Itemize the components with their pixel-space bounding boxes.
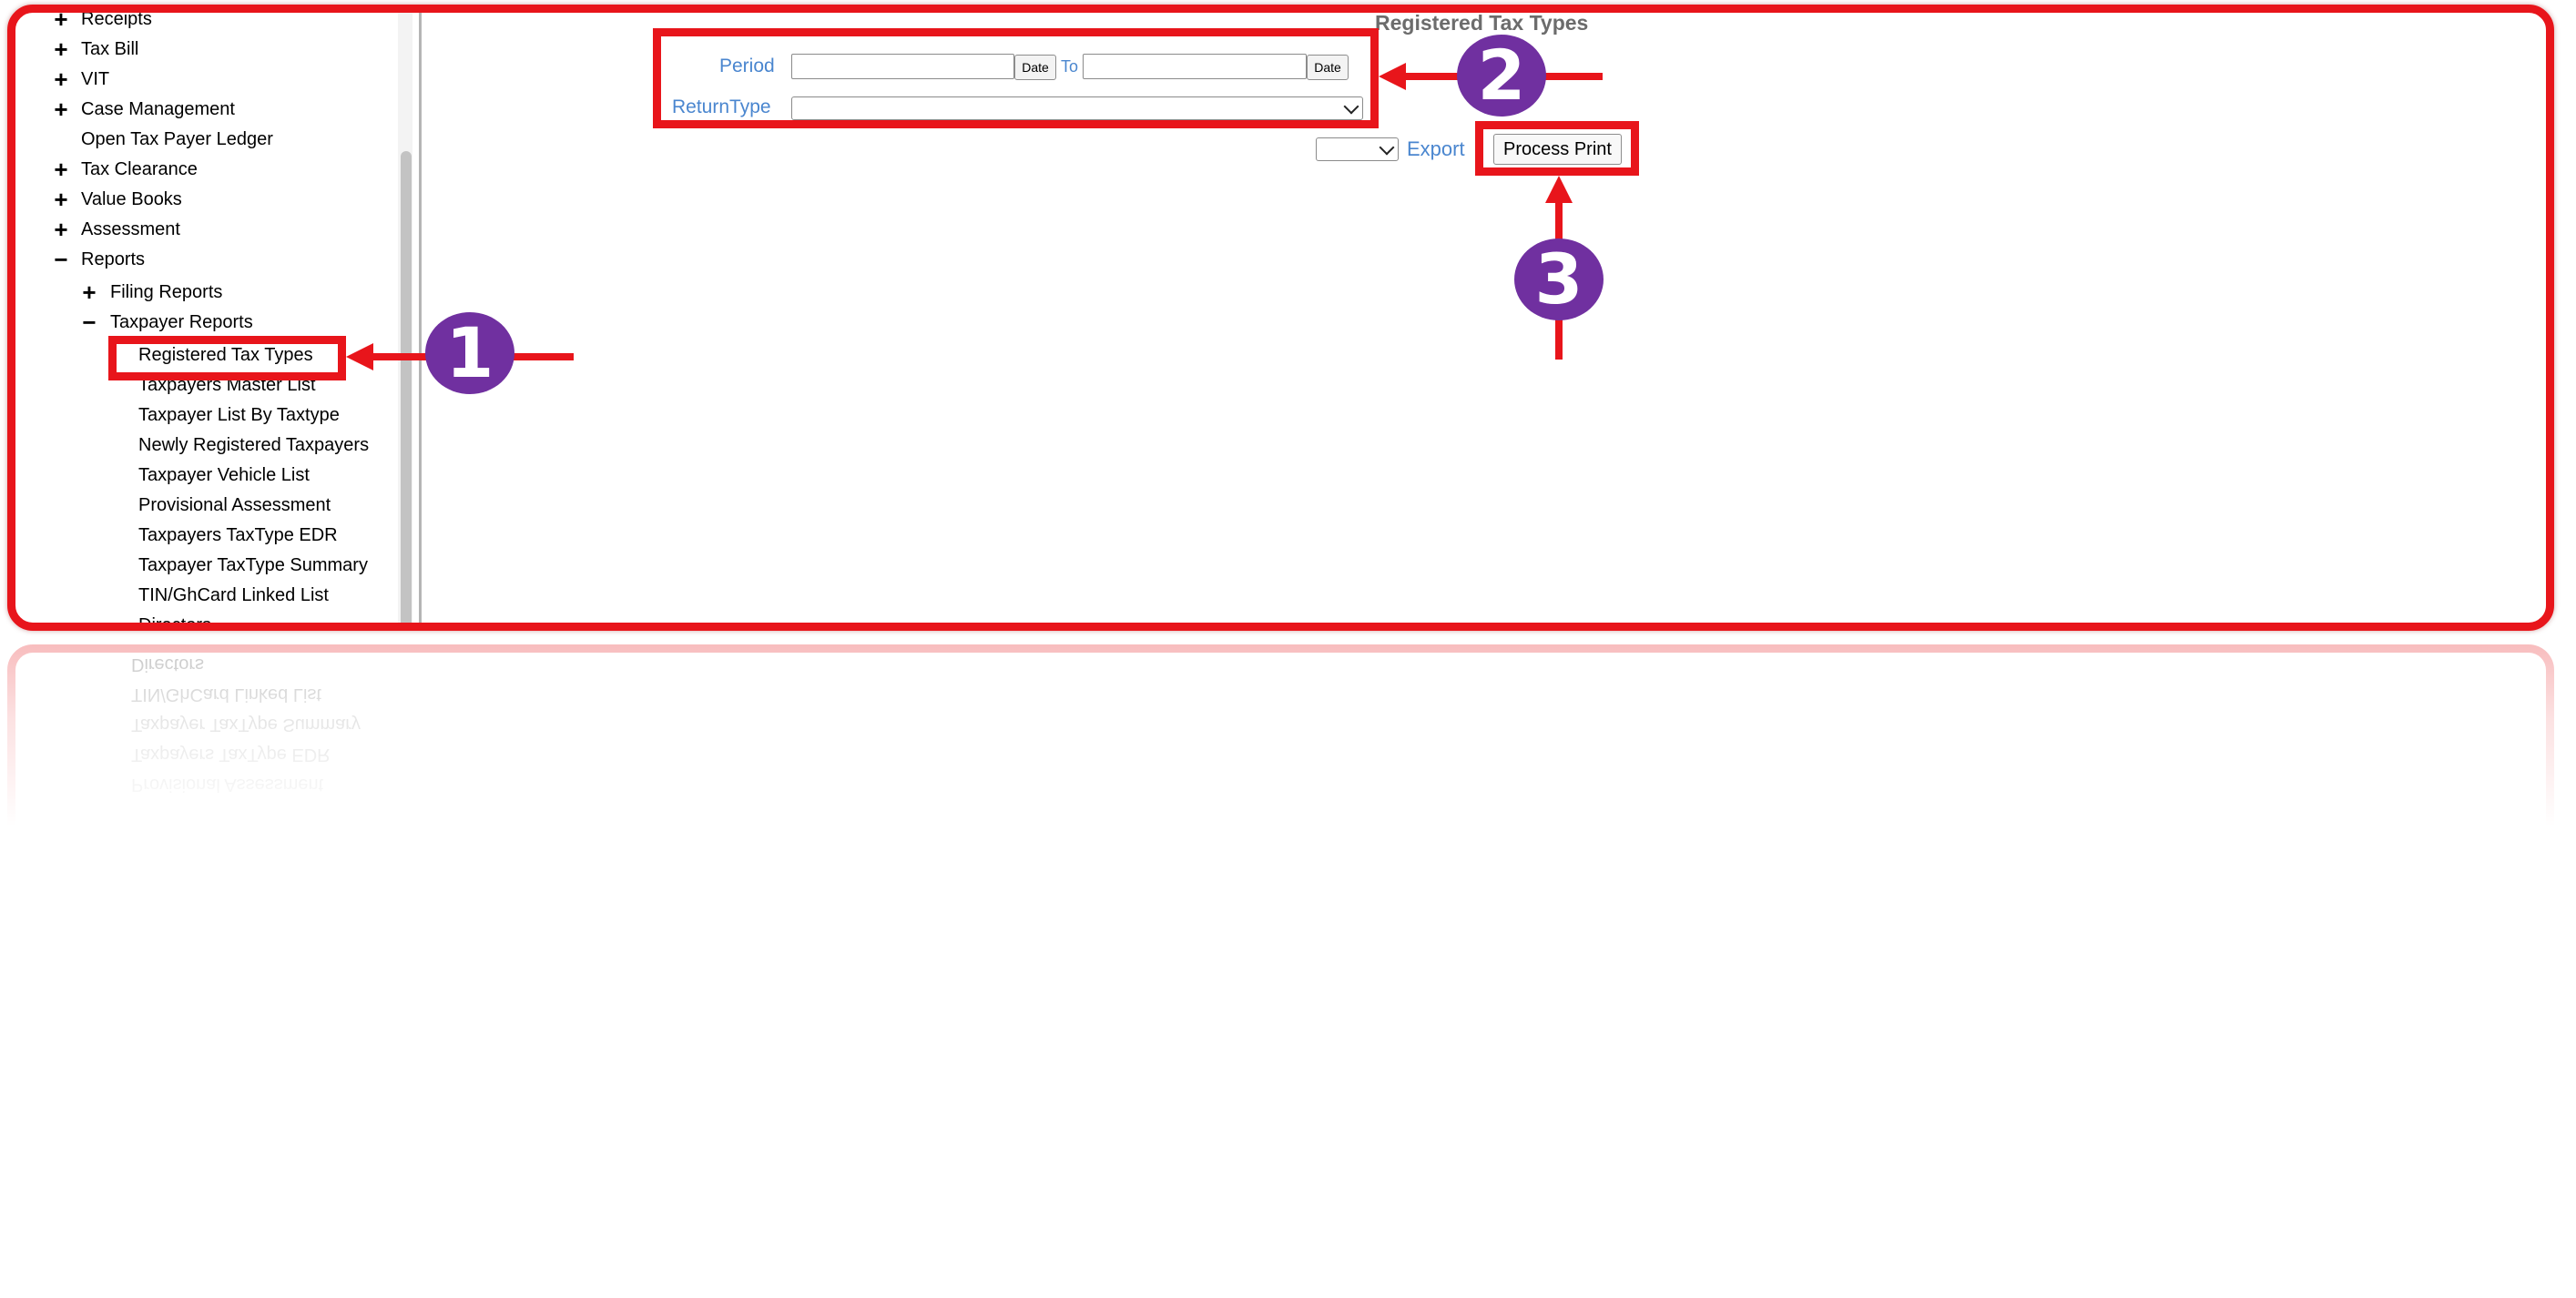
sidebar-divider[interactable] (419, 13, 422, 623)
highlight-box-1 (108, 336, 346, 380)
tree-item-label[interactable]: Reports (81, 248, 145, 271)
expand-icon[interactable]: + (80, 280, 98, 304)
tree-item-label[interactable]: Tax Clearance (81, 157, 198, 181)
highlight-box-3 (1475, 121, 1639, 176)
expand-icon[interactable]: + (52, 218, 70, 241)
tree-item-tin-ghcard-linked-list[interactable]: TIN/GhCard Linked List (138, 583, 329, 607)
tree-item-newly-registered-taxpayers[interactable]: Newly Registered Taxpayers (138, 433, 369, 457)
collapse-icon[interactable]: − (52, 248, 70, 271)
tree-item-label[interactable]: Open Tax Payer Ledger (81, 127, 273, 151)
expand-icon[interactable]: + (52, 67, 70, 91)
expand-icon[interactable]: + (52, 188, 70, 211)
export-format-select[interactable] (1316, 137, 1399, 161)
sidebar-scroll-thumb[interactable] (401, 151, 412, 623)
tree-item-label[interactable]: Case Management (81, 97, 235, 121)
expand-icon[interactable]: + (52, 37, 70, 61)
expand-icon[interactable]: + (52, 157, 70, 181)
tree-item-label[interactable]: Assessment (81, 218, 180, 241)
reflection-label: Directors (131, 654, 205, 674)
tree-item-taxpayer-vehicle-list[interactable]: Taxpayer Vehicle List (138, 463, 310, 487)
tree-item-label[interactable]: VIT (81, 67, 109, 91)
reflection-label: Taxpayer TaxType Summary (131, 715, 361, 735)
step-badge-2: 2 (1457, 35, 1546, 117)
reflection-label: TIN/GhCard Linked List (131, 684, 321, 705)
tree-item-taxpayer-list-by-taxtype[interactable]: Taxpayer List By Taxtype (138, 403, 340, 427)
reflection-border (7, 644, 2554, 826)
reflection-label: Provisional Assessment (131, 775, 324, 795)
frame-reflection: Directors TIN/GhCard Linked List Taxpaye… (7, 644, 2554, 826)
navigation-tree: + Receipts + Tax Bill + VIT + Case Manag… (15, 13, 419, 623)
export-link[interactable]: Export (1407, 137, 1465, 161)
app-window-frame: + Receipts + Tax Bill + VIT + Case Manag… (7, 5, 2554, 631)
tree-item-label[interactable]: Tax Bill (81, 37, 138, 61)
page-title: Registered Tax Types (1375, 11, 1589, 35)
tree-item-provisional-assessment[interactable]: Provisional Assessment (138, 493, 331, 517)
step-badge-3: 3 (1514, 238, 1604, 320)
tree-item-label[interactable]: Value Books (81, 188, 182, 211)
tree-item-taxpayers-taxtype-edr[interactable]: Taxpayers TaxType EDR (138, 523, 338, 547)
tree-item-directors[interactable]: Directors (138, 614, 211, 623)
reflection-fade (7, 644, 2554, 826)
reflection-label: Taxpayers TaxType EDR (131, 745, 331, 765)
collapse-icon[interactable]: − (80, 310, 98, 334)
expand-icon[interactable]: + (52, 13, 70, 31)
step-badge-1: 1 (425, 312, 514, 394)
arrow-left-icon (346, 343, 373, 370)
chevron-down-icon (1379, 139, 1395, 156)
tree-item-label[interactable]: Receipts (81, 13, 152, 31)
tree-item-label[interactable]: Filing Reports (110, 280, 222, 304)
tree-item-label[interactable]: Taxpayer Reports (110, 310, 253, 334)
arrow-left-icon (1379, 63, 1406, 90)
tree-item-taxpayer-taxtype-summary[interactable]: Taxpayer TaxType Summary (138, 553, 368, 577)
highlight-box-2 (653, 28, 1379, 128)
expand-icon[interactable]: + (52, 97, 70, 121)
arrow-up-icon (1545, 176, 1573, 203)
